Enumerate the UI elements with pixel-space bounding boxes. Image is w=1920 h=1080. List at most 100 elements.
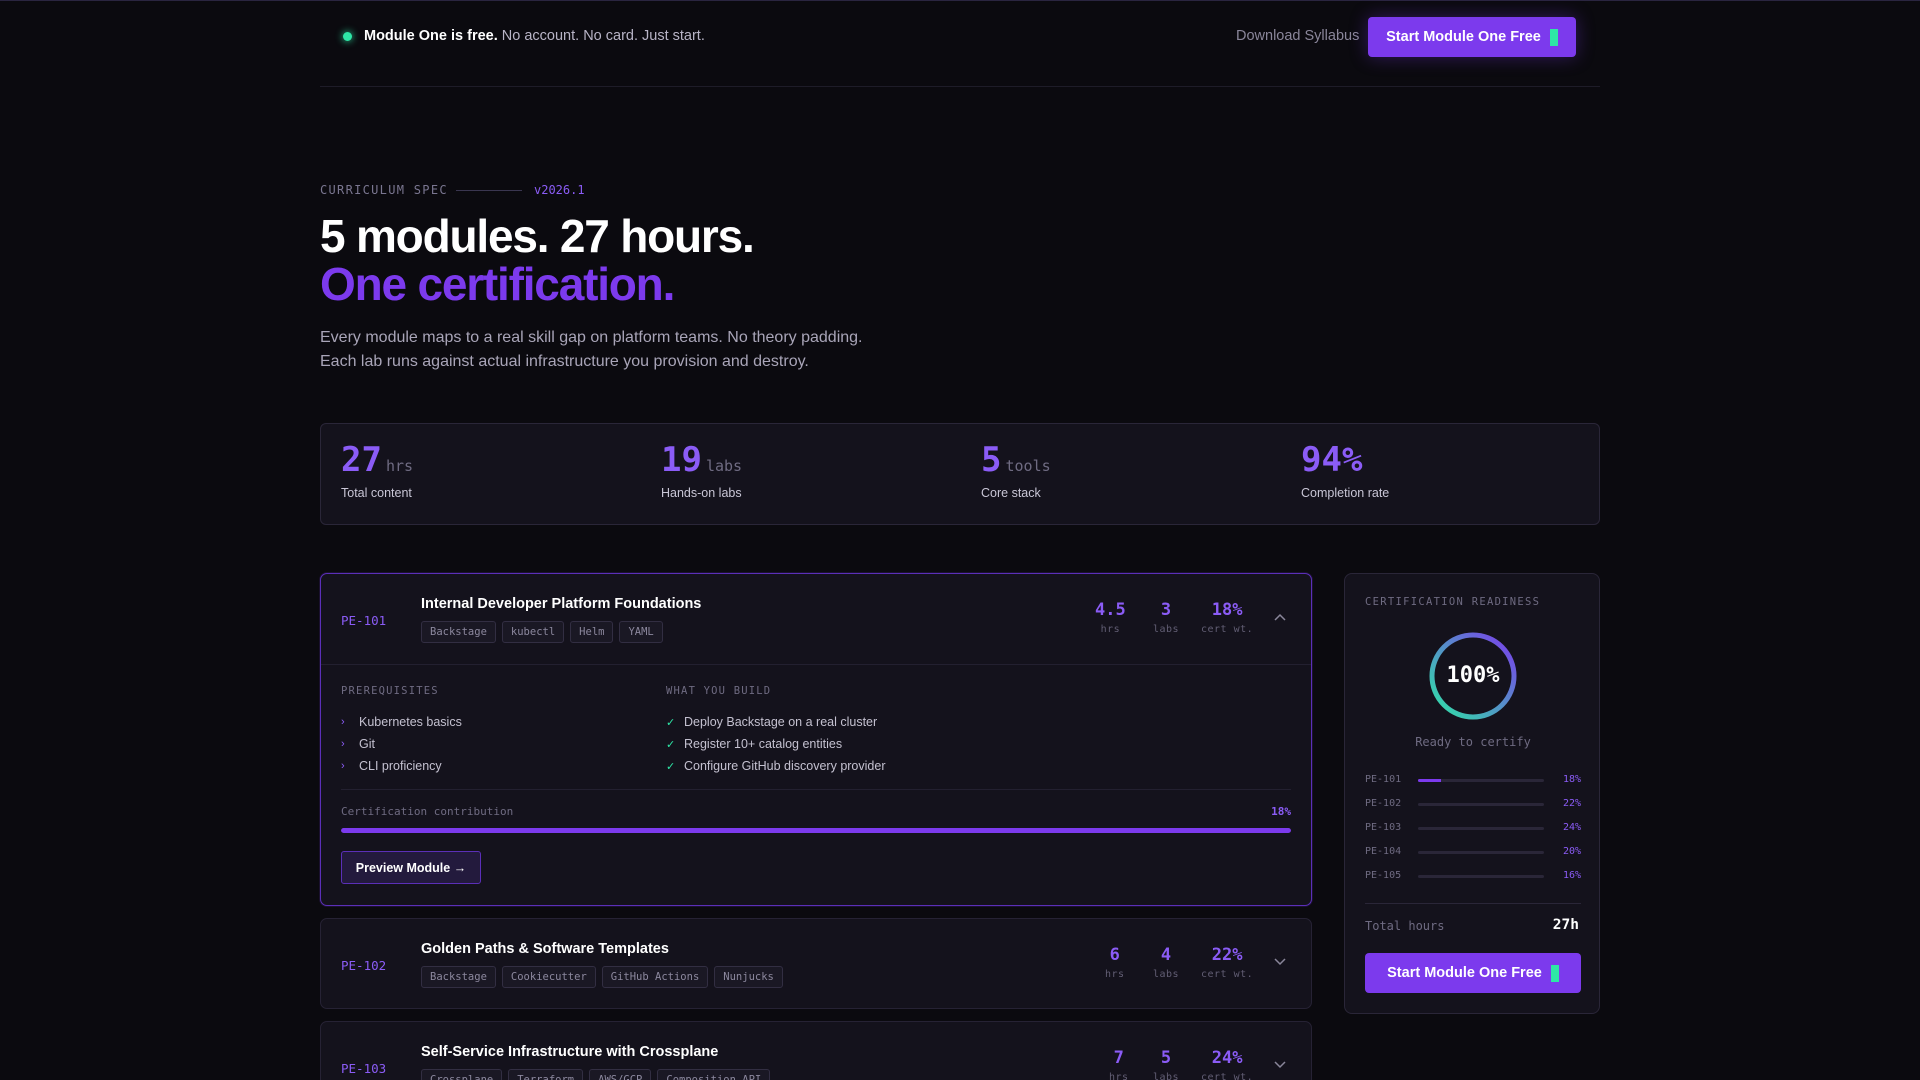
readiness-row: PE-105 16% bbox=[1365, 866, 1581, 890]
module-hours: 4.5 hrs bbox=[1095, 600, 1126, 635]
readiness-row-percent: 16% bbox=[1562, 870, 1581, 881]
stat-number: 5 bbox=[981, 440, 1002, 480]
announcement: Module One is free. No account. No card.… bbox=[364, 28, 705, 44]
metric-value: 7 bbox=[1113, 1048, 1124, 1068]
readiness-row-code: PE-103 bbox=[1365, 822, 1402, 833]
announcement-rest: No account. No card. Just start. bbox=[501, 28, 705, 44]
readiness-row-bar bbox=[1418, 803, 1544, 806]
readiness-row-fill bbox=[1418, 779, 1441, 782]
module-cert-weight: 24% cert wt. bbox=[1201, 1048, 1253, 1080]
readiness-divider bbox=[1365, 903, 1581, 904]
module-header[interactable]: PE-102 Golden Paths & Software Templates… bbox=[321, 919, 1311, 1008]
preview-module-button[interactable]: Preview Module → bbox=[341, 851, 481, 884]
stat-total-content: 27 hrs Total content bbox=[341, 440, 413, 500]
metric-unit: cert wt. bbox=[1201, 624, 1254, 635]
module-labs: 4 labs bbox=[1153, 945, 1179, 980]
hero-title-line1: 5 modules. 27 hours. bbox=[320, 210, 755, 262]
chevron-down-icon[interactable] bbox=[1271, 1056, 1289, 1074]
module-card-pe-102[interactable]: PE-102 Golden Paths & Software Templates… bbox=[320, 918, 1312, 1009]
readiness-row-bar bbox=[1418, 779, 1544, 782]
hero-desc-line2: Each lab runs against actual infrastruct… bbox=[320, 353, 809, 370]
contribution-percent: 18% bbox=[1271, 805, 1291, 818]
chevron-up-icon[interactable] bbox=[1271, 608, 1289, 626]
metric-value: 6 bbox=[1109, 945, 1120, 965]
hero-title-line2: One certification. bbox=[320, 258, 675, 310]
build-item: ✓ Configure GitHub discovery provider bbox=[666, 755, 885, 777]
module-labs: 5 labs bbox=[1153, 1048, 1179, 1080]
download-syllabus-link[interactable]: Download Syllabus bbox=[1236, 28, 1359, 44]
prerequisites-list: › Kubernetes basics › Git › CLI proficiency bbox=[341, 711, 462, 777]
module-tag: YAML bbox=[619, 621, 663, 643]
readiness-row-code: PE-101 bbox=[1365, 774, 1402, 785]
readiness-breakdown: PE-101 18% PE-102 22% PE-103 24% PE-104 … bbox=[1365, 770, 1581, 890]
cursor-block-icon bbox=[1549, 28, 1558, 46]
prerequisite-text: Kubernetes basics bbox=[359, 715, 462, 729]
section-divider bbox=[341, 789, 1291, 790]
stat-label: Total content bbox=[341, 486, 412, 500]
stat-number: 94% bbox=[1301, 440, 1363, 480]
module-code: PE-102 bbox=[341, 958, 387, 973]
module-tag: AWS/GCP bbox=[589, 1069, 652, 1080]
contribution-label: Certification contribution bbox=[341, 805, 514, 818]
build-list: ✓ Deploy Backstage on a real cluster ✓ Reg… bbox=[666, 711, 885, 777]
stat-number: 27 bbox=[341, 440, 382, 480]
start-module-one-button[interactable]: Start Module One Free bbox=[1368, 17, 1576, 57]
module-tag: Backstage bbox=[421, 621, 496, 643]
stat-label: Hands-on labs bbox=[661, 486, 742, 500]
metric-value: 5 bbox=[1160, 1048, 1172, 1068]
stat-label: Completion rate bbox=[1301, 486, 1390, 500]
module-hours: 7 hrs bbox=[1109, 1048, 1129, 1080]
eyebrow-divider bbox=[456, 190, 522, 191]
prerequisite-item: › Kubernetes basics bbox=[341, 711, 462, 733]
module-tag: Nunjucks bbox=[714, 966, 783, 988]
stat-core-stack: 5 tools Core stack bbox=[981, 440, 1051, 500]
module-tags: Backstage kubectl Helm YAML bbox=[421, 621, 663, 643]
version-badge: v2026.1 bbox=[534, 183, 585, 197]
hero-title: 5 modules. 27 hours. One certification. bbox=[320, 210, 755, 310]
module-header[interactable]: PE-101 Internal Developer Platform Found… bbox=[321, 574, 1311, 664]
check-icon: ✓ bbox=[666, 738, 676, 751]
module-details: PREREQUISITES › Kubernetes basics › Git › C… bbox=[321, 664, 1311, 904]
module-header[interactable]: PE-103 Self-Service Infrastructure with … bbox=[321, 1022, 1311, 1080]
module-title: Internal Developer Platform Foundations bbox=[421, 596, 702, 612]
check-icon: ✓ bbox=[666, 760, 676, 773]
prerequisite-text: Git bbox=[359, 737, 375, 751]
metric-value: 22% bbox=[1211, 945, 1243, 965]
module-tag: Terraform bbox=[508, 1069, 584, 1080]
module-title: Golden Paths & Software Templates bbox=[421, 941, 669, 957]
metric-unit: cert wt. bbox=[1201, 969, 1254, 980]
module-tag: Cookiecutter bbox=[501, 966, 596, 988]
certification-readiness-panel: CERTIFICATION READINESS 100% Ready to ce… bbox=[1344, 573, 1600, 1014]
module-card-pe-103[interactable]: PE-103 Self-Service Infrastructure with … bbox=[320, 1021, 1312, 1080]
metric-value: 4 bbox=[1160, 945, 1172, 965]
build-item: ✓ Register 10+ catalog entities bbox=[666, 733, 885, 755]
build-text: Configure GitHub discovery provider bbox=[684, 759, 886, 773]
module-tag: Crossplane bbox=[421, 1069, 503, 1080]
start-module-one-button-sidebar[interactable]: Start Module One Free bbox=[1365, 953, 1581, 993]
readiness-row-percent: 24% bbox=[1562, 822, 1581, 833]
metric-unit: hrs bbox=[1100, 624, 1121, 635]
metric-unit: labs bbox=[1153, 1072, 1180, 1080]
metric-value: 24% bbox=[1211, 1048, 1243, 1068]
contribution-progress-bar bbox=[341, 828, 1291, 833]
prerequisites-heading: PREREQUISITES bbox=[341, 685, 439, 697]
readiness-row: PE-103 24% bbox=[1365, 818, 1581, 842]
stat-unit: labs bbox=[705, 457, 743, 475]
readiness-row-bar bbox=[1418, 875, 1544, 878]
module-tags: Crossplane Terraform AWS/GCP Composition… bbox=[421, 1069, 771, 1080]
chevron-down-icon[interactable] bbox=[1271, 953, 1289, 971]
metric-value: 3 bbox=[1160, 600, 1172, 620]
readiness-row-percent: 20% bbox=[1562, 846, 1581, 857]
build-item: ✓ Deploy Backstage on a real cluster bbox=[666, 711, 885, 733]
stat-hands-on-labs: 19 labs Hands-on labs bbox=[661, 440, 742, 500]
build-text: Deploy Backstage on a real cluster bbox=[684, 715, 878, 729]
prerequisite-item: › Git bbox=[341, 733, 462, 755]
prerequisite-text: CLI proficiency bbox=[359, 759, 442, 773]
arrow-right-icon: › bbox=[341, 738, 345, 750]
arrow-right-icon: › bbox=[341, 760, 345, 772]
metric-value: 18% bbox=[1211, 600, 1243, 620]
readiness-subtitle: Ready to certify bbox=[1415, 735, 1531, 749]
readiness-row: PE-102 22% bbox=[1365, 794, 1581, 818]
module-title: Self-Service Infrastructure with Crosspl… bbox=[421, 1044, 719, 1060]
readiness-row-bar bbox=[1418, 827, 1544, 830]
